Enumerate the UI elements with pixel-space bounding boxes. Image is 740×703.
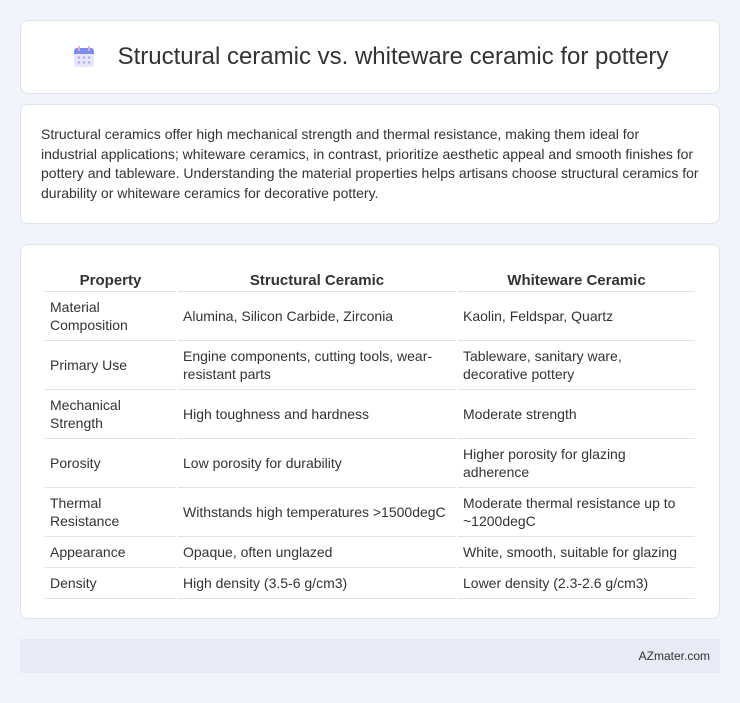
property-cell: Material Composition [45, 292, 176, 341]
table-row: Primary Use Engine components, cutting t… [45, 341, 695, 390]
whiteware-cell: Tableware, sanitary ware, decorative pot… [458, 341, 695, 390]
whiteware-cell: White, smooth, suitable for glazing [458, 537, 695, 568]
property-cell: Primary Use [45, 341, 176, 390]
property-cell: Density [45, 568, 176, 599]
table-row: Material Composition Alumina, Silicon Ca… [45, 292, 695, 341]
property-cell: Appearance [45, 537, 176, 568]
structural-cell: High toughness and hardness [178, 390, 456, 439]
property-cell: Thermal Resistance [45, 488, 176, 537]
structural-cell: Low porosity for durability [178, 439, 456, 488]
header-card: Structural ceramic vs. whiteware ceramic… [20, 20, 720, 94]
comparison-table-card: Property Structural Ceramic Whiteware Ce… [20, 244, 720, 619]
structural-cell: Alumina, Silicon Carbide, Zirconia [178, 292, 456, 341]
header-property: Property [45, 265, 176, 292]
structural-cell: High density (3.5-6 g/cm3) [178, 568, 456, 599]
header-structural-ceramic: Structural Ceramic [178, 265, 456, 292]
page-title: Structural ceramic vs. whiteware ceramic… [117, 43, 669, 70]
intro-text: Structural ceramics offer high mechanica… [41, 126, 699, 201]
whiteware-cell: Moderate strength [458, 390, 695, 439]
whiteware-cell: Kaolin, Feldspar, Quartz [458, 292, 695, 341]
footer-bar: AZmater.com [20, 639, 720, 673]
property-cell: Porosity [45, 439, 176, 488]
structural-cell: Opaque, often unglazed [178, 537, 456, 568]
table-row: Porosity Low porosity for durability Hig… [45, 439, 695, 488]
table-row: Mechanical Strength High toughness and h… [45, 390, 695, 439]
table-row: Appearance Opaque, often unglazed White,… [45, 537, 695, 568]
table-row: Density High density (3.5-6 g/cm3) Lower… [45, 568, 695, 599]
table-row: Thermal Resistance Withstands high tempe… [45, 488, 695, 537]
property-cell: Mechanical Strength [45, 390, 176, 439]
table-header-row: Property Structural Ceramic Whiteware Ce… [45, 265, 695, 292]
header-whiteware-ceramic: Whiteware Ceramic [458, 265, 695, 292]
calendar-icon [72, 45, 96, 69]
footer-source-link[interactable]: AZmater.com [639, 649, 710, 663]
comparison-table: Property Structural Ceramic Whiteware Ce… [43, 265, 697, 599]
structural-cell: Withstands high temperatures >1500degC [178, 488, 456, 537]
header-inner: Structural ceramic vs. whiteware ceramic… [72, 43, 669, 71]
whiteware-cell: Lower density (2.3-2.6 g/cm3) [458, 568, 695, 599]
structural-cell: Engine components, cutting tools, wear-r… [178, 341, 456, 390]
whiteware-cell: Higher porosity for glazing adherence [458, 439, 695, 488]
whiteware-cell: Moderate thermal resistance up to ~1200d… [458, 488, 695, 537]
intro-card: Structural ceramics offer high mechanica… [20, 104, 720, 224]
